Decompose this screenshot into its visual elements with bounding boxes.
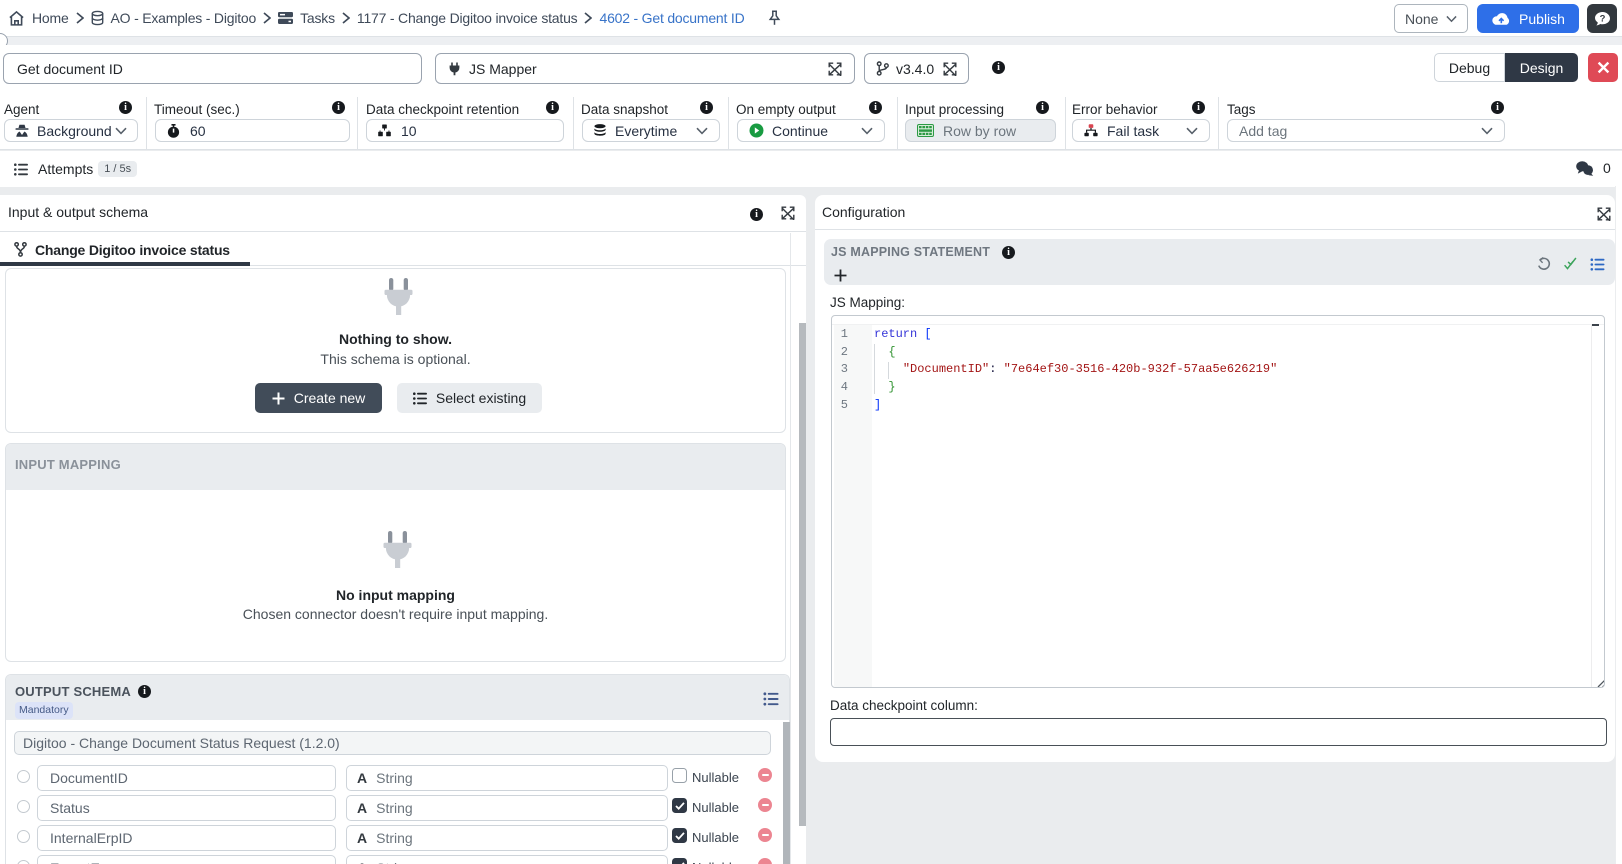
svg-text:?: ? [1599, 13, 1605, 24]
